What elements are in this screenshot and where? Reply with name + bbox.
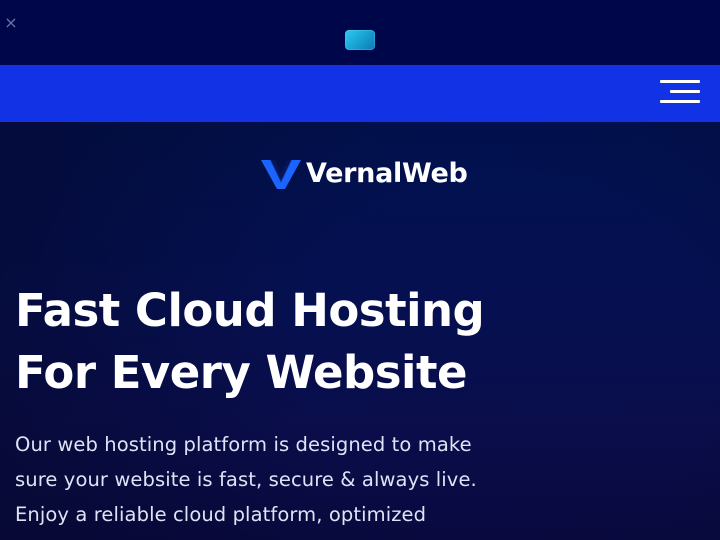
hamburger-line: [660, 80, 700, 83]
hamburger-line: [660, 100, 700, 103]
vernalweb-logo-icon: [261, 160, 301, 189]
hero-description-line: sure your website is fast, secure & alwa…: [15, 468, 477, 491]
promo-banner-image[interactable]: [345, 30, 375, 50]
hamburger-menu-icon[interactable]: [656, 75, 702, 111]
hero-description: Our web hosting platform is designed to …: [15, 427, 535, 532]
top-promo-banner: ×: [0, 0, 720, 65]
page: × VernalWeb Fast Cloud Hosting For Every…: [0, 0, 720, 540]
brand-name: VernalWeb: [306, 158, 468, 189]
brand-logo-link[interactable]: VernalWeb: [260, 156, 468, 192]
hero-title-line: Fast Cloud Hosting: [15, 284, 485, 337]
hero-description-line: Our web hosting platform is designed to …: [15, 433, 472, 456]
hero-description-line: Enjoy a reliable cloud platform, optimiz…: [15, 503, 427, 526]
nav-bar: [0, 65, 720, 122]
hero-section: VernalWeb Fast Cloud Hosting For Every W…: [0, 122, 720, 540]
hero-title: Fast Cloud Hosting For Every Website: [15, 280, 575, 404]
hero-title-line: For Every Website: [15, 346, 467, 399]
hamburger-line: [670, 90, 700, 93]
close-icon[interactable]: ×: [4, 13, 18, 33]
